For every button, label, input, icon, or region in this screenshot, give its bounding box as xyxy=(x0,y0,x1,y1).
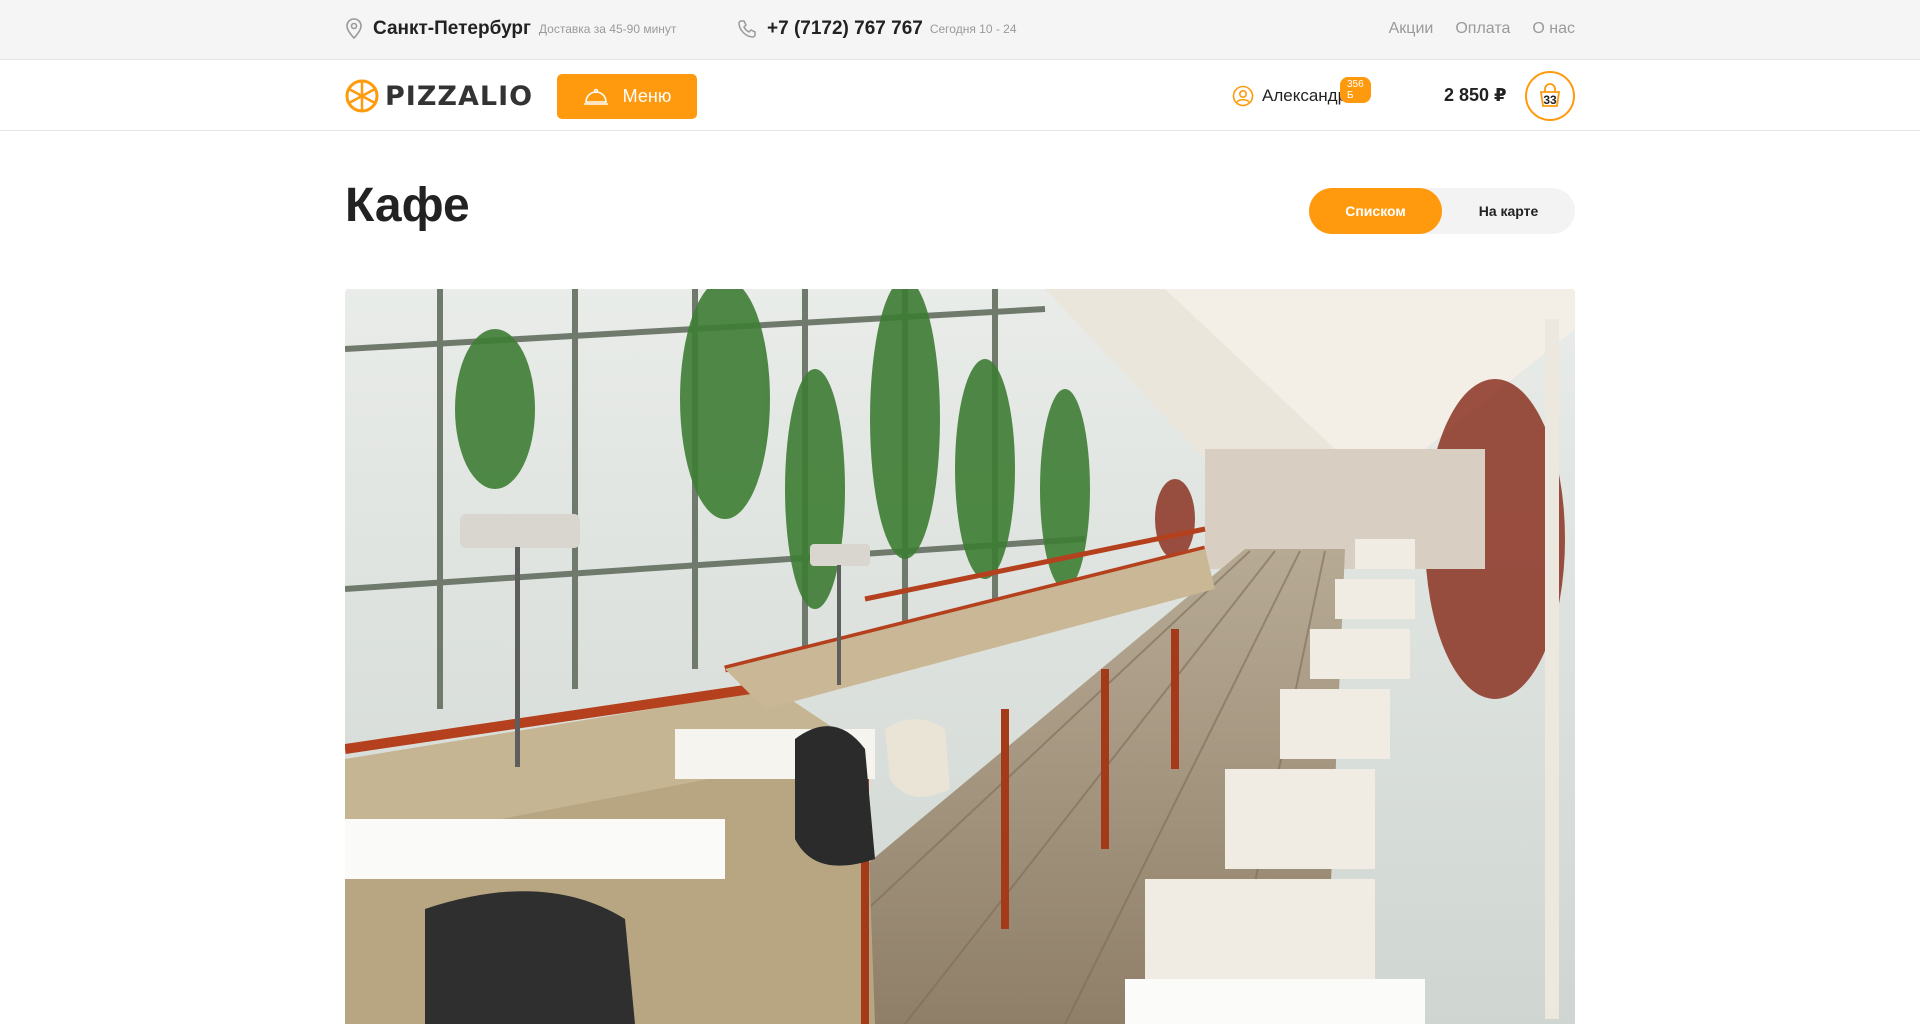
cart-count: 33 xyxy=(1543,93,1557,107)
link-promotions[interactable]: Акции xyxy=(1389,20,1434,38)
cart-button[interactable]: 33 xyxy=(1525,71,1575,121)
logo[interactable]: PIZZALIO xyxy=(345,79,533,113)
phone-number[interactable]: +7 (7172) 767 767 xyxy=(767,18,923,40)
cafe-photo[interactable] xyxy=(345,289,1575,1024)
view-map-button[interactable]: На карте xyxy=(1442,188,1575,234)
user-name: Александр xyxy=(1262,86,1348,105)
delivery-time: Доставка за 45-90 минут xyxy=(538,22,677,36)
cafe-photo-illustration xyxy=(345,289,1575,1024)
view-list-button[interactable]: Списком xyxy=(1309,188,1442,234)
menu-button-label: Меню xyxy=(622,86,672,106)
top-links: Акции Оплата О нас xyxy=(1389,20,1575,38)
link-payment[interactable]: Оплата xyxy=(1455,20,1510,38)
link-about[interactable]: О нас xyxy=(1532,20,1575,38)
city-selector[interactable]: Санкт-Петербург Доставка за 45-90 минут xyxy=(345,18,676,40)
page-title: Кафе xyxy=(345,179,470,232)
logo-pizza-icon xyxy=(345,79,379,113)
bonus-badge: 356 Б xyxy=(1340,77,1371,103)
working-hours: Сегодня 10 - 24 xyxy=(929,22,1017,36)
location-pin-icon xyxy=(346,18,362,40)
user-icon xyxy=(1232,85,1254,107)
top-bar: Санкт-Петербург Доставка за 45-90 минут … xyxy=(0,0,1920,60)
view-toggle: Списком На карте xyxy=(1309,188,1575,234)
phone-block: +7 (7172) 767 767 Сегодня 10 - 24 xyxy=(737,18,1017,40)
cart-total: 2 850 ₽ xyxy=(1444,85,1507,105)
city-name[interactable]: Санкт-Петербург xyxy=(373,18,531,40)
cloche-icon xyxy=(583,88,608,105)
menu-button[interactable]: Меню xyxy=(557,74,697,119)
user-account[interactable]: Александр 356 Б xyxy=(1232,77,1371,107)
phone-icon xyxy=(738,20,756,38)
main-header: PIZZALIO Меню Александр 356 Б 2 850 ₽ 33 xyxy=(0,61,1920,131)
logo-text: PIZZALIO xyxy=(385,80,534,112)
